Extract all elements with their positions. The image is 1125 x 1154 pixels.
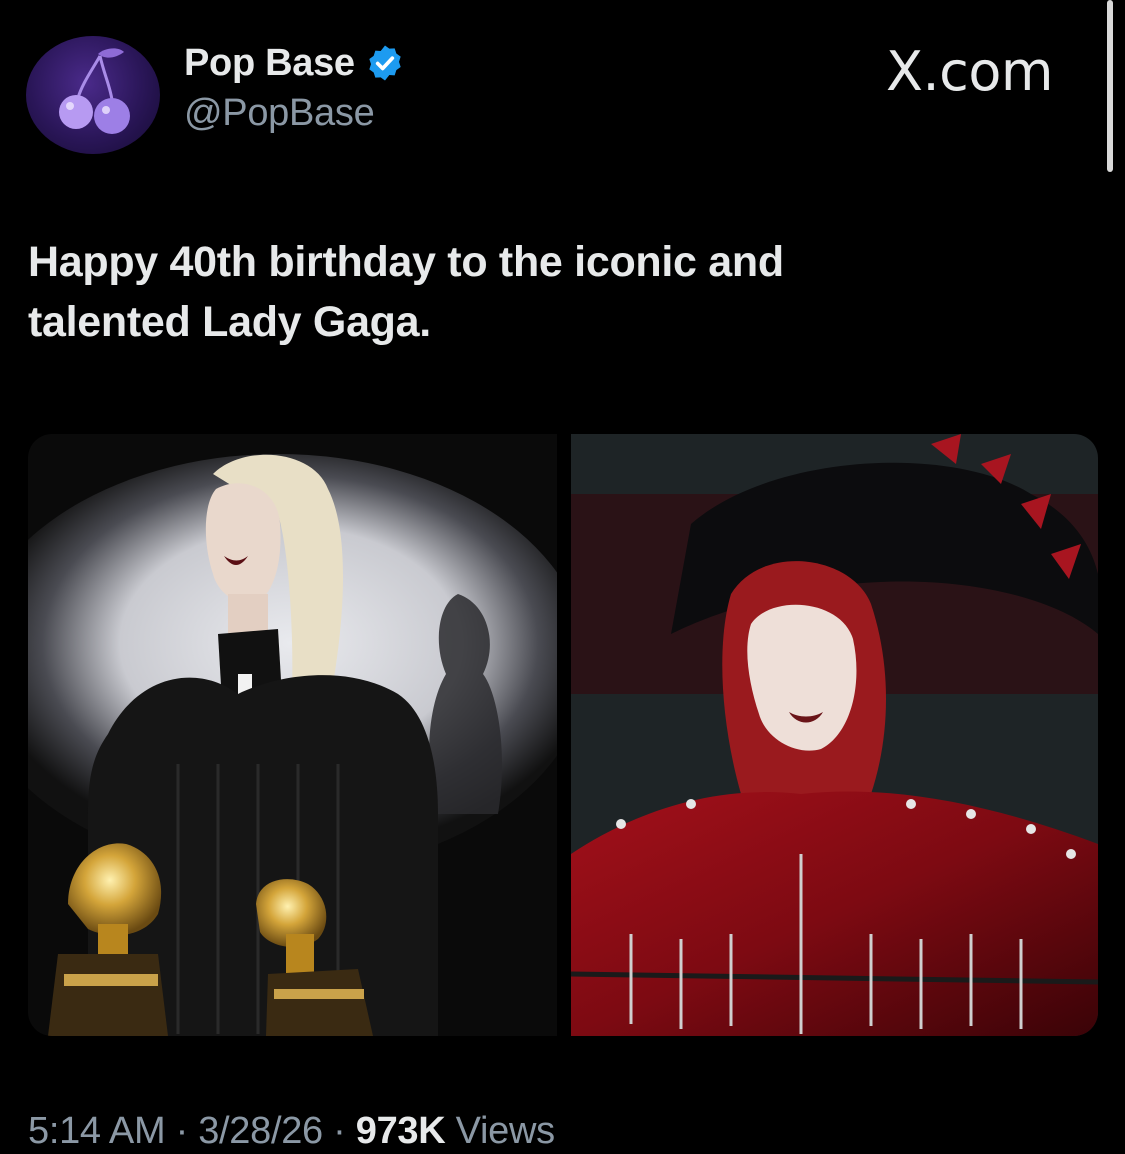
avatar[interactable] <box>26 36 160 154</box>
tweet-time[interactable]: 5:14 AM <box>28 1110 166 1152</box>
media-photo-2[interactable] <box>571 434 1098 1036</box>
author-name-row[interactable]: Pop Base <box>184 40 405 86</box>
tweet-text-line-1: Happy 40th birthday to the iconic and <box>28 238 784 286</box>
brand-label: X.com <box>886 40 1054 103</box>
tweet-date[interactable]: 3/28/26 <box>198 1110 323 1152</box>
author-display-name[interactable]: Pop Base <box>184 42 355 85</box>
views-label[interactable]: Views <box>445 1110 555 1152</box>
tweet-text-line-2: talented Lady Gaga. <box>28 298 431 346</box>
meta-separator: · <box>165 1110 199 1152</box>
photo-red-latex-outfit <box>571 434 1098 1036</box>
author-handle[interactable]: @PopBase <box>184 92 375 135</box>
views-count[interactable]: 973K <box>356 1110 446 1152</box>
tweet-media[interactable] <box>28 434 1098 1036</box>
tweet-meta: 5:14 AM · 3/28/26 · 973K Views <box>28 1110 555 1153</box>
scrollbar[interactable] <box>1107 0 1113 172</box>
verified-badge-icon <box>369 45 401 81</box>
meta-separator: · <box>322 1110 356 1152</box>
tweet-text: Happy 40th birthday to the iconic and ta… <box>28 232 1088 352</box>
cherry-icon <box>59 48 130 134</box>
media-photo-1[interactable] <box>28 434 557 1036</box>
photo-black-outfit-with-trophies <box>28 434 557 1036</box>
